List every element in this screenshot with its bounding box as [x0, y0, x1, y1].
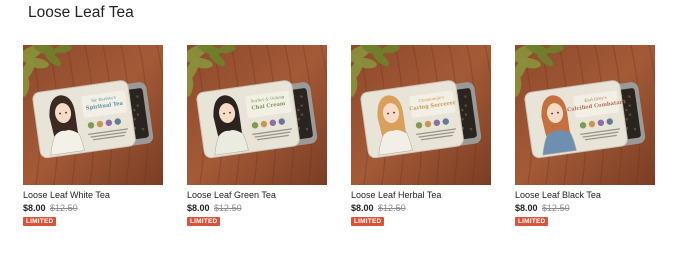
- product-card: Earl Grey's Calcified Combatant Loose Lea…: [515, 45, 655, 226]
- sale-price: $8.00: [23, 203, 46, 213]
- limited-badge: LIMITED: [187, 217, 221, 226]
- product-card: Sorbet & Oolong Chai Cream Loose Leaf Gre…: [187, 45, 327, 226]
- limited-badge: LIMITED: [515, 217, 549, 226]
- product-image[interactable]: Chamomile's Caring Sorcerer: [351, 45, 491, 185]
- product-photo: Chamomile'sCaring Sorcerer: [351, 45, 491, 185]
- compare-at-price: $12.50: [50, 203, 78, 213]
- product-title[interactable]: Loose Leaf Green Tea: [187, 189, 276, 201]
- limited-badge: LIMITED: [351, 217, 385, 226]
- product-photo: Sorbet & OolongChai Cream: [187, 45, 327, 185]
- product-title[interactable]: Loose Leaf White Tea: [23, 189, 110, 201]
- price-row: $8.00 $12.50: [187, 202, 242, 214]
- product-photo: Earl Grey'sCalcified Combatant: [515, 45, 655, 185]
- product-title[interactable]: Loose Leaf Black Tea: [515, 189, 601, 201]
- sale-price: $8.00: [351, 203, 374, 213]
- product-card: Chamomile's Caring Sorcerer Loose Leaf He…: [351, 45, 491, 226]
- compare-at-price: $12.50: [542, 203, 570, 213]
- sale-price: $8.00: [515, 203, 538, 213]
- limited-badge: LIMITED: [23, 217, 57, 226]
- compare-at-price: $12.50: [378, 203, 406, 213]
- price-row: $8.00 $12.50: [515, 202, 570, 214]
- product-card: Sir Barista's Spiritual Tea Loose Leaf Wh…: [23, 45, 163, 226]
- section-title: Loose Leaf Tea: [28, 4, 134, 21]
- price-row: $8.00 $12.50: [351, 202, 406, 214]
- sale-price: $8.00: [187, 203, 210, 213]
- product-image[interactable]: Earl Grey's Calcified Combatant: [515, 45, 655, 185]
- compare-at-price: $12.50: [214, 203, 242, 213]
- price-row: $8.00 $12.50: [23, 202, 78, 214]
- product-photo: Sir Barista'sSpiritual Tea: [23, 45, 163, 185]
- product-title[interactable]: Loose Leaf Herbal Tea: [351, 189, 441, 201]
- product-image[interactable]: Sir Barista's Spiritual Tea: [23, 45, 163, 185]
- product-image[interactable]: Sorbet & Oolong Chai Cream: [187, 45, 327, 185]
